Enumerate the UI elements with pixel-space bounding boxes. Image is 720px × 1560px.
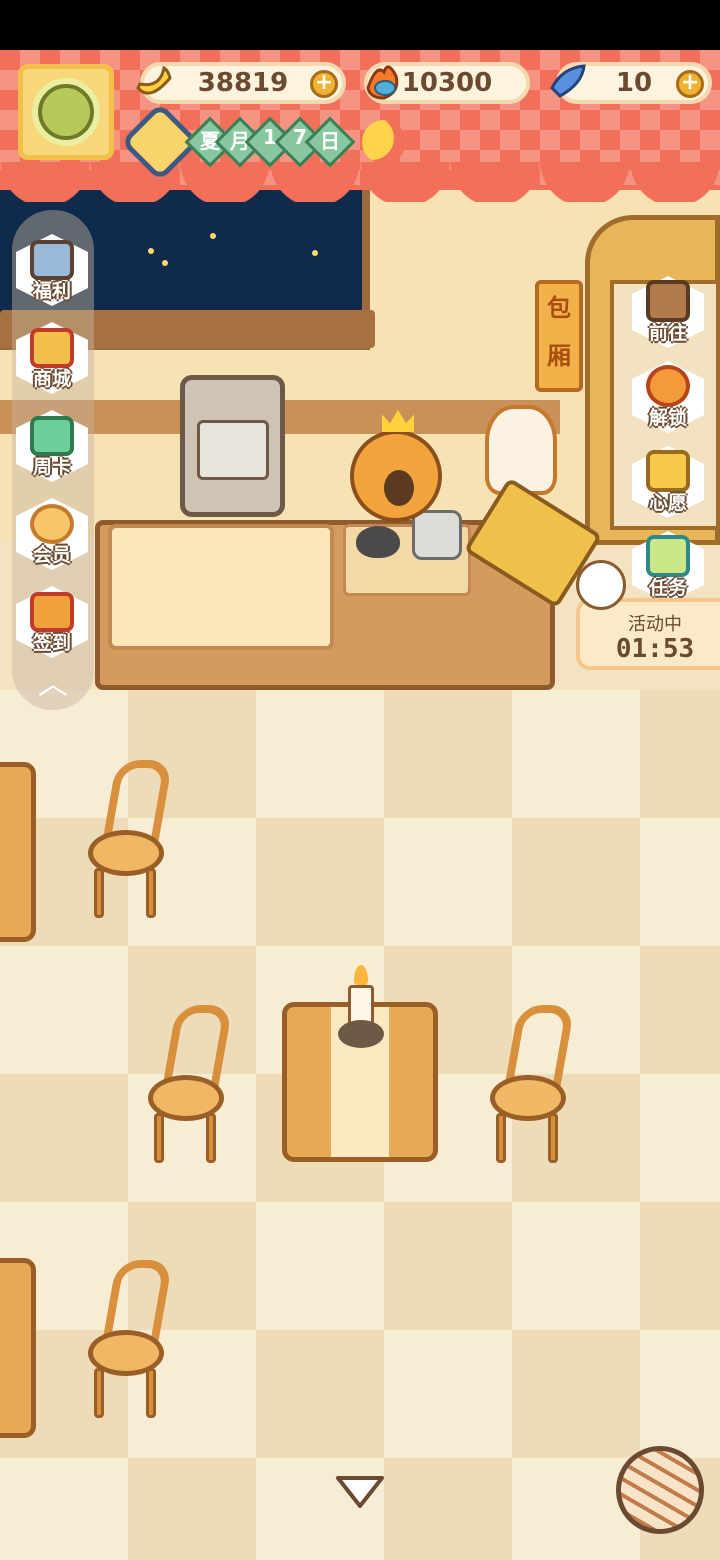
chair-leg	[548, 1113, 558, 1163]
check-in-button[interactable]: 签到	[10, 580, 94, 664]
yarn-ball-menu-button[interactable]	[616, 1446, 704, 1534]
star-icon	[210, 233, 216, 239]
banner-scallop	[0, 162, 720, 202]
weekly-card-icon	[30, 416, 74, 456]
member-label: 会员	[32, 544, 71, 566]
unlock-label: 解锁	[648, 407, 687, 429]
dining-table[interactable]	[0, 1258, 36, 1438]
event-status-text: 活动中	[628, 614, 682, 635]
chair-leg	[94, 1368, 104, 1418]
clover-flower-icon	[38, 84, 94, 140]
unlock-button[interactable]: 解锁	[626, 355, 710, 439]
counter-tablecloth	[108, 524, 334, 650]
key-icon	[646, 365, 690, 407]
chair-leg	[146, 868, 156, 918]
signboard-icon	[646, 280, 690, 322]
tv-gift-icon	[30, 240, 74, 280]
chair-leg	[146, 1368, 156, 1418]
wok-icon	[356, 526, 400, 558]
member-button[interactable]: 会员	[10, 492, 94, 576]
shop-icon	[30, 328, 74, 368]
dining-table[interactable]	[0, 762, 36, 942]
chef-cat[interactable]	[350, 410, 442, 522]
private-room-sign[interactable]: 包 厢	[535, 280, 583, 392]
welfare-label: 福利	[32, 280, 71, 302]
shop-label: 商城	[32, 368, 71, 390]
chair[interactable]	[88, 1260, 173, 1420]
player-avatar[interactable]	[18, 64, 114, 160]
sign-char: 厢	[547, 342, 571, 370]
event-cat-mascot-icon	[576, 560, 626, 610]
oven[interactable]	[180, 375, 285, 517]
add-banana-button[interactable]: +	[310, 70, 338, 98]
wish-label: 心愿	[648, 492, 687, 514]
scroll-down-arrow-icon[interactable]	[334, 1472, 386, 1512]
day-suffix-text: 日	[320, 129, 340, 153]
banana-icon	[136, 65, 172, 95]
check-in-label: 签到	[32, 632, 71, 654]
lucky-cat-figurine[interactable]	[485, 405, 557, 495]
welfare-button[interactable]: 福利	[10, 228, 94, 312]
night-moon-icon	[362, 120, 406, 164]
shop-button[interactable]: 商城	[10, 316, 94, 400]
go-to-button[interactable]: 前往	[626, 270, 710, 354]
oven-window	[197, 420, 269, 480]
star-icon	[148, 248, 154, 254]
status-bar	[0, 0, 720, 50]
weekly-card-label: 周卡	[32, 456, 71, 478]
add-blue-fish-button[interactable]: +	[676, 70, 704, 98]
weekly-card-button[interactable]: 周卡	[10, 404, 94, 488]
event-countdown: 01:53	[615, 634, 695, 664]
task-clipboard-icon	[646, 535, 690, 577]
wish-heart-icon	[646, 450, 690, 492]
chair-leg	[94, 868, 104, 918]
task-button[interactable]: 任务	[626, 525, 710, 609]
chair-leg	[154, 1113, 164, 1163]
task-label: 任务	[648, 577, 687, 599]
fire-fish-icon	[366, 65, 399, 100]
blue-fish-icon	[550, 64, 586, 98]
chair-leg	[206, 1113, 216, 1163]
restaurant-scene: 包 厢	[0, 50, 720, 1560]
star-icon	[162, 260, 168, 266]
chair[interactable]	[490, 1005, 575, 1165]
star-icon	[312, 250, 318, 256]
cat-mouth	[384, 470, 414, 506]
cooking-pot-icon	[412, 510, 462, 560]
collapse-chevron-up-icon[interactable]: ︿	[26, 665, 80, 705]
go-to-label: 前往	[648, 322, 687, 344]
member-badge-icon	[30, 504, 74, 544]
candle-holder	[338, 1020, 384, 1048]
chair[interactable]	[148, 1005, 233, 1165]
wish-button[interactable]: 心愿	[626, 440, 710, 524]
chair[interactable]	[88, 760, 173, 920]
check-in-icon	[30, 592, 74, 632]
chair-leg	[496, 1113, 506, 1163]
sign-char: 包	[547, 294, 571, 322]
